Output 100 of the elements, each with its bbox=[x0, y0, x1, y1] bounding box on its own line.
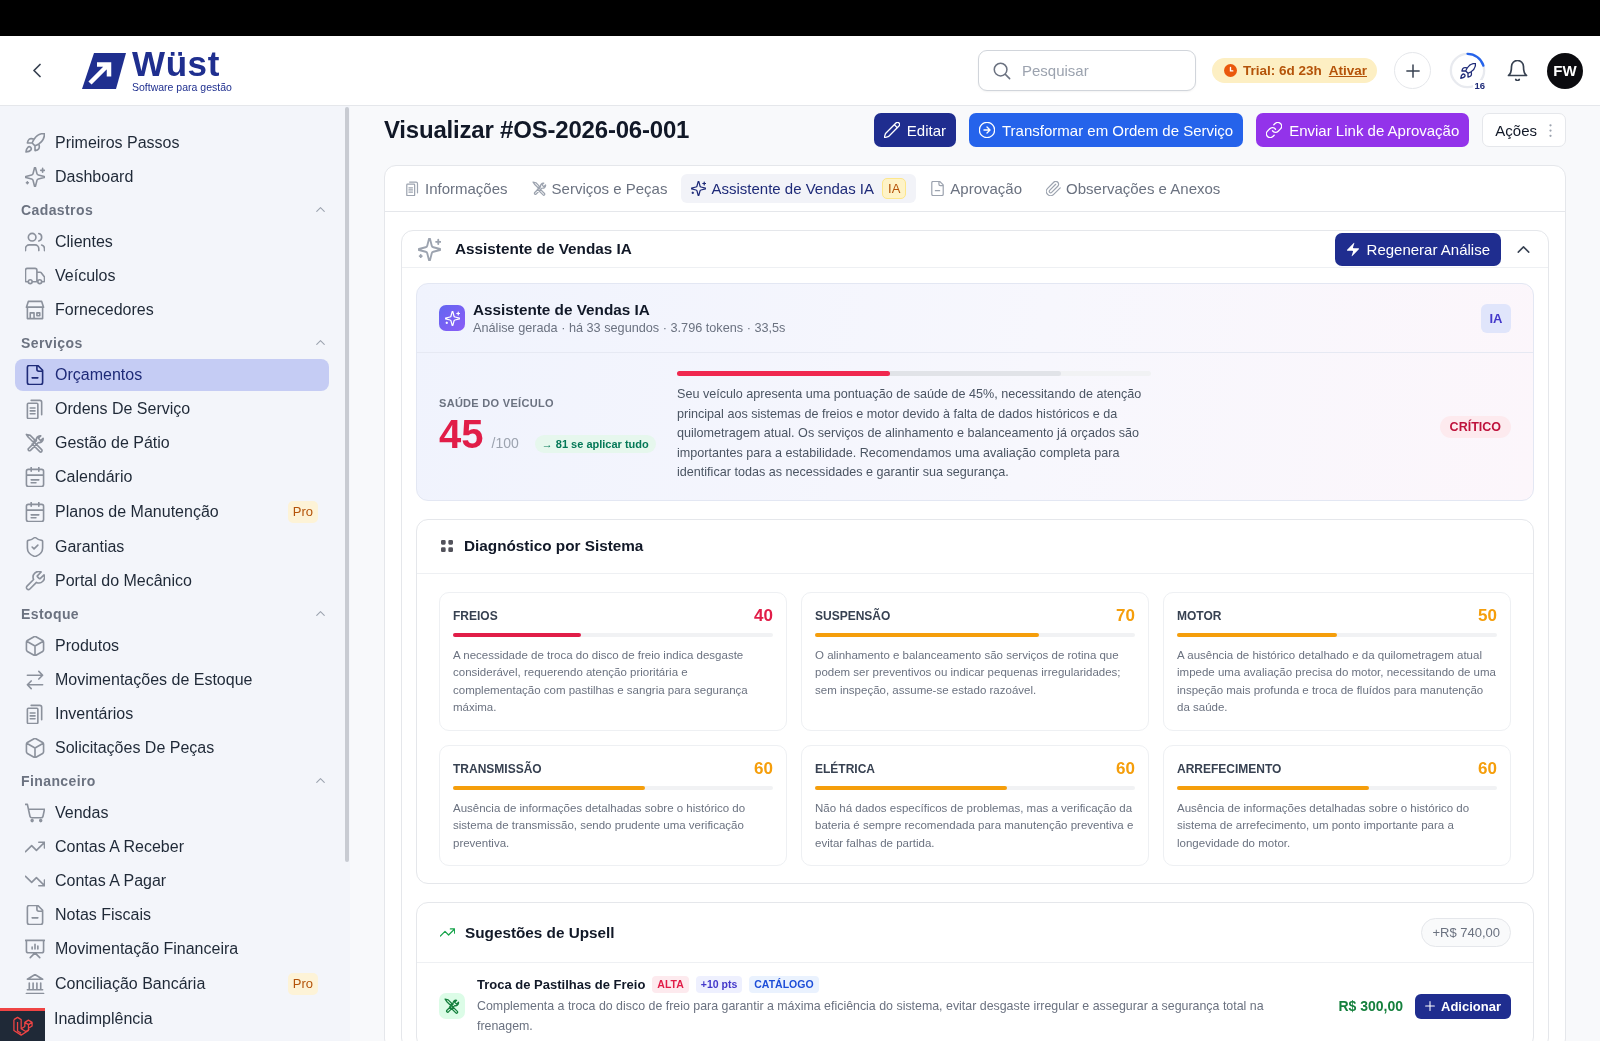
sidebar-item[interactable]: Contas A Pagar bbox=[15, 865, 329, 897]
sidebar-item[interactable]: Planos de Manutenção Pro bbox=[15, 495, 329, 529]
tab[interactable]: Serviços e Peças bbox=[521, 174, 678, 203]
system-description: O alinhamento e balanceamento são serviços de rotina que podem ser preventivos ou indicar pequenas irregularidades; sem inspeção, assume-se estado razoável. bbox=[815, 647, 1122, 698]
sidebar-item[interactable]: Primeiros Passos bbox=[15, 127, 329, 159]
progress-count: 16 bbox=[1473, 80, 1486, 91]
sidebar-item[interactable]: Orçamentos bbox=[15, 359, 329, 391]
truck-icon bbox=[25, 266, 45, 286]
ai-badge: IA bbox=[1481, 303, 1511, 333]
search-field[interactable]: Pesquisar bbox=[977, 50, 1196, 91]
cube-icon bbox=[25, 738, 45, 758]
sidebar-item[interactable]: Produtos bbox=[15, 630, 329, 662]
trial-countdown: Trial: 6d 23h bbox=[1242, 63, 1322, 78]
activate-link[interactable]: Ativar bbox=[1328, 63, 1367, 78]
sidebar-item[interactable]: Movimentação Financeira bbox=[15, 933, 329, 965]
summary-title: Assistente de Vendas IA bbox=[473, 301, 651, 319]
cart-icon bbox=[25, 803, 45, 823]
sidebar-item[interactable]: Notas Fiscais bbox=[15, 899, 329, 931]
system-description: Não há dados específicos de problemas, mas a verificação da bateria é sempre recomendada para manutenção preventiva e evitar falhas de partida. bbox=[815, 800, 1135, 851]
sparkles-icon bbox=[439, 305, 465, 331]
pro-badge: Pro bbox=[287, 973, 318, 995]
convert-to-order-button[interactable]: Transformar em Ordem de Serviço bbox=[969, 113, 1244, 147]
debug-toolbar-button[interactable] bbox=[0, 1008, 45, 1041]
sidebar-item[interactable]: Movimentações de Estoque bbox=[15, 664, 329, 696]
users-icon bbox=[25, 232, 45, 252]
tools-icon bbox=[531, 181, 547, 196]
analysis-meta: Análise gerada · há 33 segundos · 3.796 tokens · 33,5s bbox=[473, 321, 786, 335]
sidebar-item[interactable]: Gestão de Pátio bbox=[15, 427, 329, 459]
tools-icon bbox=[439, 993, 465, 1019]
sidebar-item[interactable]: Veículos bbox=[15, 260, 329, 292]
document-icon bbox=[25, 905, 45, 925]
system-description: Ausência de informações detalhadas sobre o histórico do sistema de arrefecimento, um ponto importante para a longevidade do motor. bbox=[1177, 800, 1471, 851]
collapse-button[interactable] bbox=[1517, 245, 1530, 253]
sidebar-item[interactable]: Solicitações De Peças bbox=[15, 732, 329, 764]
tab[interactable]: Aprovação bbox=[920, 174, 1033, 203]
grid-icon bbox=[440, 539, 454, 553]
actions-menu-button[interactable]: Ações bbox=[1482, 113, 1566, 147]
sidebar-item[interactable]: Inventários bbox=[15, 698, 329, 730]
sidebar-item[interactable]: Conciliação Bancária Pro bbox=[15, 967, 329, 1001]
tag: CATÁLOGO bbox=[749, 976, 819, 993]
system-name: FREIOS bbox=[453, 608, 498, 623]
plus-icon bbox=[1425, 1001, 1436, 1011]
system-score: 60 bbox=[1478, 758, 1497, 779]
section-toggle[interactable]: Serviços bbox=[15, 327, 329, 358]
search-icon bbox=[991, 61, 1011, 80]
sidebar-item[interactable]: Garantias bbox=[15, 531, 329, 563]
suggestion-description: Complementa a troca do disco de freio para garantir a máxima eficiência do sistema, evitar desgaste irregular e assegurar a segurança total na frenagem. bbox=[477, 998, 1265, 1035]
system-description: A necessidade de troca do disco de freio indica desgaste considerável, requerendo atenção prioritária e complementação com pastilhas e sangria para segurança máxima. bbox=[453, 647, 749, 715]
onboarding-button[interactable]: 16 bbox=[1449, 52, 1486, 89]
health-score: 45 bbox=[439, 412, 484, 457]
calendar-icon bbox=[25, 467, 45, 487]
health-label: SAÚDE DO VEÍCULO bbox=[439, 397, 555, 410]
bank-icon bbox=[25, 974, 45, 994]
tab[interactable]: Assistente de Vendas IA IA bbox=[681, 174, 917, 203]
tools-icon bbox=[25, 433, 45, 453]
user-avatar[interactable]: FW bbox=[1547, 52, 1583, 89]
rocket-icon bbox=[25, 133, 45, 153]
system-name: MOTOR bbox=[1177, 608, 1222, 623]
back-button[interactable] bbox=[33, 63, 41, 78]
tag: +10 pts bbox=[695, 976, 743, 993]
document-icon bbox=[25, 365, 45, 385]
section-toggle[interactable]: Cadastros bbox=[15, 194, 329, 225]
add-button[interactable] bbox=[1394, 52, 1431, 89]
notifications-button[interactable] bbox=[1507, 60, 1528, 81]
tab[interactable]: Informações bbox=[395, 174, 518, 203]
pro-badge: Pro bbox=[287, 501, 318, 523]
lightning-icon bbox=[1345, 241, 1360, 257]
sidebar-item[interactable]: Calendário bbox=[15, 461, 329, 493]
edit-button[interactable]: Editar bbox=[873, 113, 956, 147]
regenerate-button[interactable]: Regenerar Análise bbox=[1334, 232, 1501, 266]
tag: ALTA bbox=[652, 976, 689, 993]
document-icon bbox=[930, 181, 946, 196]
sidebar-item[interactable]: Portal do Mecânico bbox=[15, 565, 329, 597]
send-approval-link-button[interactable]: Enviar Link de Aprovação bbox=[1256, 113, 1470, 147]
system-description: Ausência de informações detalhadas sobre o histórico do sistema de transmissão, sendo prudente uma verificação preventiva. bbox=[453, 800, 747, 851]
sidebar-item[interactable]: Inadimplência bbox=[54, 1003, 329, 1035]
chevron-up-icon bbox=[1517, 245, 1530, 253]
suggestion-title: Troca de Pastilhas de Freio bbox=[477, 977, 646, 992]
sparkles-icon bbox=[25, 167, 45, 187]
plus-icon bbox=[1405, 63, 1420, 78]
system-name: SUSPENSÃO bbox=[815, 608, 891, 623]
sidebar-item[interactable]: Contas A Receber bbox=[15, 831, 329, 863]
sidebar-item[interactable]: Dashboard bbox=[15, 161, 329, 193]
store-icon bbox=[25, 300, 45, 320]
potential-score-badge: → 81 se aplicar tudo bbox=[534, 435, 656, 454]
scrollbar[interactable] bbox=[345, 107, 349, 862]
section-toggle[interactable]: Estoque bbox=[15, 598, 329, 629]
tab[interactable]: Observações e Anexos bbox=[1036, 174, 1231, 203]
page-title: Visualizar #OS-2026-06-001 bbox=[384, 116, 690, 144]
section-toggle[interactable]: Financeiro bbox=[15, 765, 329, 796]
sidebar-item[interactable]: Vendas bbox=[15, 797, 329, 829]
sidebar-item[interactable]: Clientes bbox=[15, 226, 329, 258]
sidebar-item[interactable]: Fornecedores bbox=[15, 294, 329, 326]
ai-badge: IA bbox=[882, 178, 907, 199]
clipboard-icon bbox=[405, 181, 420, 196]
system-score: 50 bbox=[1478, 605, 1497, 626]
sidebar-item[interactable]: Ordens De Serviço bbox=[15, 393, 329, 425]
add-suggestion-button[interactable]: Adicionar bbox=[1415, 993, 1511, 1019]
upsell-total: +R$ 740,00 bbox=[1421, 918, 1511, 947]
link-icon bbox=[1266, 122, 1283, 138]
